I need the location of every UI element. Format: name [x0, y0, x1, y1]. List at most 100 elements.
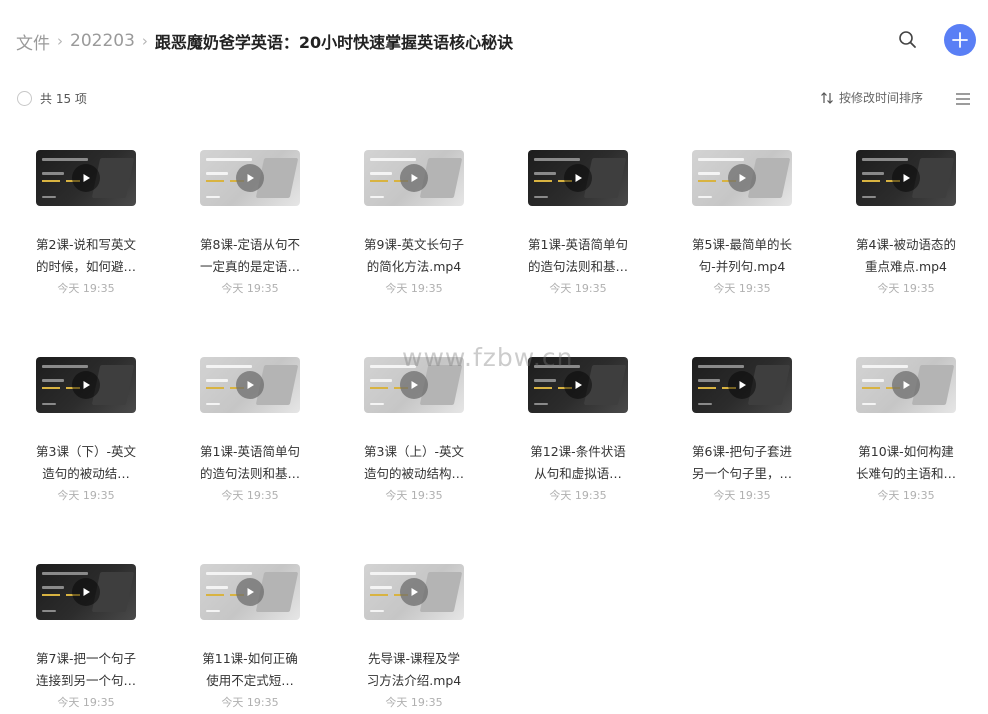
chevron-right-icon: › [57, 32, 63, 50]
sort-button[interactable]: 按修改时间排序 [820, 89, 923, 106]
video-thumbnail [200, 357, 300, 413]
file-modified-time: 今天 19:35 [877, 282, 935, 295]
chevron-right-icon: › [141, 32, 148, 50]
file-modified-time: 今天 19:35 [57, 282, 115, 295]
file-modified-time: 今天 19:35 [221, 282, 279, 295]
file-modified-time: 今天 19:35 [221, 489, 279, 502]
file-modified-time: 今天 19:35 [57, 696, 115, 709]
file-name-line: 长难句的主语和… [855, 466, 956, 481]
file-name-line: 另一个句子里，… [691, 466, 792, 481]
file-name-line: 第11课-如何正确 [202, 651, 298, 666]
play-icon [400, 578, 428, 606]
file-name-line: 使用不定式短… [206, 673, 294, 688]
toolbar: 共 15 项 按修改时间排序 [0, 86, 988, 110]
file-name-line: 的时候，如何避… [35, 259, 136, 274]
file-modified-time: 今天 19:35 [877, 489, 935, 502]
file-modified-time: 今天 19:35 [549, 489, 607, 502]
play-icon [892, 164, 920, 192]
file-name-line: 的造句法则和基… [199, 466, 300, 481]
play-icon [72, 578, 100, 606]
file-modified-time: 今天 19:35 [549, 282, 607, 295]
file-name-line: 造句的被动结构… [363, 466, 464, 481]
file-name-line: 一定真的是定语… [199, 259, 300, 274]
file-name-line: 先导课-课程及学 [367, 651, 460, 666]
file-name-line: 造句的被动结… [42, 466, 130, 481]
video-thumbnail [36, 564, 136, 620]
play-icon [892, 371, 920, 399]
video-thumbnail [692, 150, 792, 206]
video-thumbnail [36, 357, 136, 413]
file-name-line: 的造句法则和基… [527, 259, 628, 274]
play-icon [400, 164, 428, 192]
list-view-button[interactable] [955, 91, 971, 105]
video-thumbnail [36, 150, 136, 206]
file-name: 第3课（上）-英文 造句的被动结构… [352, 441, 476, 485]
video-thumbnail [364, 357, 464, 413]
search-button[interactable] [896, 28, 920, 52]
file-name-line: 习方法介绍.mp4 [366, 673, 462, 688]
play-icon [728, 371, 756, 399]
breadcrumb-root-link[interactable]: 文件 [16, 29, 50, 54]
file-name-line: 第12课-条件状语 [530, 444, 626, 459]
sort-arrows-icon [821, 91, 833, 104]
file-name: 第6课-把句子套进 另一个句子里，… [680, 441, 804, 485]
add-button[interactable] [944, 24, 976, 56]
video-thumbnail [692, 357, 792, 413]
video-thumbnail [528, 357, 628, 413]
item-count: 共 15 项 [40, 92, 87, 106]
video-thumbnail [528, 150, 628, 206]
file-name: 第4课-被动语态的 重点难点.mp4 [844, 234, 968, 278]
file-modified-time: 今天 19:35 [221, 696, 279, 709]
file-name-line: 第6课-把句子套进 [692, 444, 792, 459]
breadcrumb-folder-link[interactable]: 202203 [70, 31, 135, 51]
select-all-checkbox[interactable] [17, 91, 32, 106]
file-name: 第5课-最简单的长 句-并列句.mp4 [680, 234, 804, 278]
list-view-icon [956, 93, 970, 105]
play-icon [72, 371, 100, 399]
file-modified-time: 今天 19:35 [385, 282, 443, 295]
video-thumbnail [200, 564, 300, 620]
file-name: 第10课-如何构建 长难句的主语和… [844, 441, 968, 485]
file-modified-time: 今天 19:35 [713, 489, 771, 502]
play-icon [236, 578, 264, 606]
play-icon [236, 371, 264, 399]
header: 文件 › 202203 › 跟恶魔奶爸学英语：20小时快速掌握英语核心秘诀 [0, 0, 988, 80]
sort-label: 按修改时间排序 [839, 91, 924, 105]
file-modified-time: 今天 19:35 [385, 696, 443, 709]
file-name-line: 重点难点.mp4 [864, 259, 948, 274]
file-name-line: 句-并列句.mp4 [698, 259, 786, 274]
video-thumbnail [364, 564, 464, 620]
file-name: 第8课-定语从句不 一定真的是定语… [188, 234, 312, 278]
file-name-line: 从句和虚拟语… [534, 466, 622, 481]
play-icon [400, 371, 428, 399]
file-name: 第7课-把一个句子 连接到另一个句… [24, 648, 148, 692]
file-name: 第2课-说和写英文 的时候，如何避… [24, 234, 148, 278]
file-modified-time: 今天 19:35 [385, 489, 443, 502]
file-name-line: 第3课（上）-英文 [364, 444, 464, 459]
file-name-line: 第5课-最简单的长 [692, 237, 792, 252]
plus-icon [952, 32, 968, 48]
file-name-line: 第10课-如何构建 [858, 444, 954, 459]
play-icon [728, 164, 756, 192]
page-title: 跟恶魔奶爸学英语：20小时快速掌握英语核心秘诀 [154, 33, 514, 52]
file-modified-time: 今天 19:35 [713, 282, 771, 295]
file-name-line: 第4课-被动语态的 [856, 237, 956, 252]
breadcrumb: 文件 › 202203 › 跟恶魔奶爸学英语：20小时快速掌握英语核心秘诀 [16, 29, 514, 54]
file-name: 第1课-英语简单句 的造句法则和基… [516, 234, 640, 278]
play-icon [564, 164, 592, 192]
file-name: 第3课（下）-英文 造句的被动结… [24, 441, 148, 485]
file-name-line: 第1课-英语简单句 [200, 444, 300, 459]
file-name-line: 连接到另一个句… [35, 673, 136, 688]
file-name-line: 第2课-说和写英文 [36, 237, 136, 252]
search-icon [899, 31, 916, 48]
file-name-line: 第3课（下）-英文 [36, 444, 136, 459]
file-name-line: 第9课-英文长句子 [364, 237, 464, 252]
file-name: 第1课-英语简单句 的造句法则和基… [188, 441, 312, 485]
file-name: 先导课-课程及学 习方法介绍.mp4 [352, 648, 476, 692]
file-name: 第9课-英文长句子 的简化方法.mp4 [352, 234, 476, 278]
video-thumbnail [856, 357, 956, 413]
video-thumbnail [200, 150, 300, 206]
file-name: 第12课-条件状语 从句和虚拟语… [516, 441, 640, 485]
file-name-line: 的简化方法.mp4 [366, 259, 462, 274]
video-thumbnail [364, 150, 464, 206]
